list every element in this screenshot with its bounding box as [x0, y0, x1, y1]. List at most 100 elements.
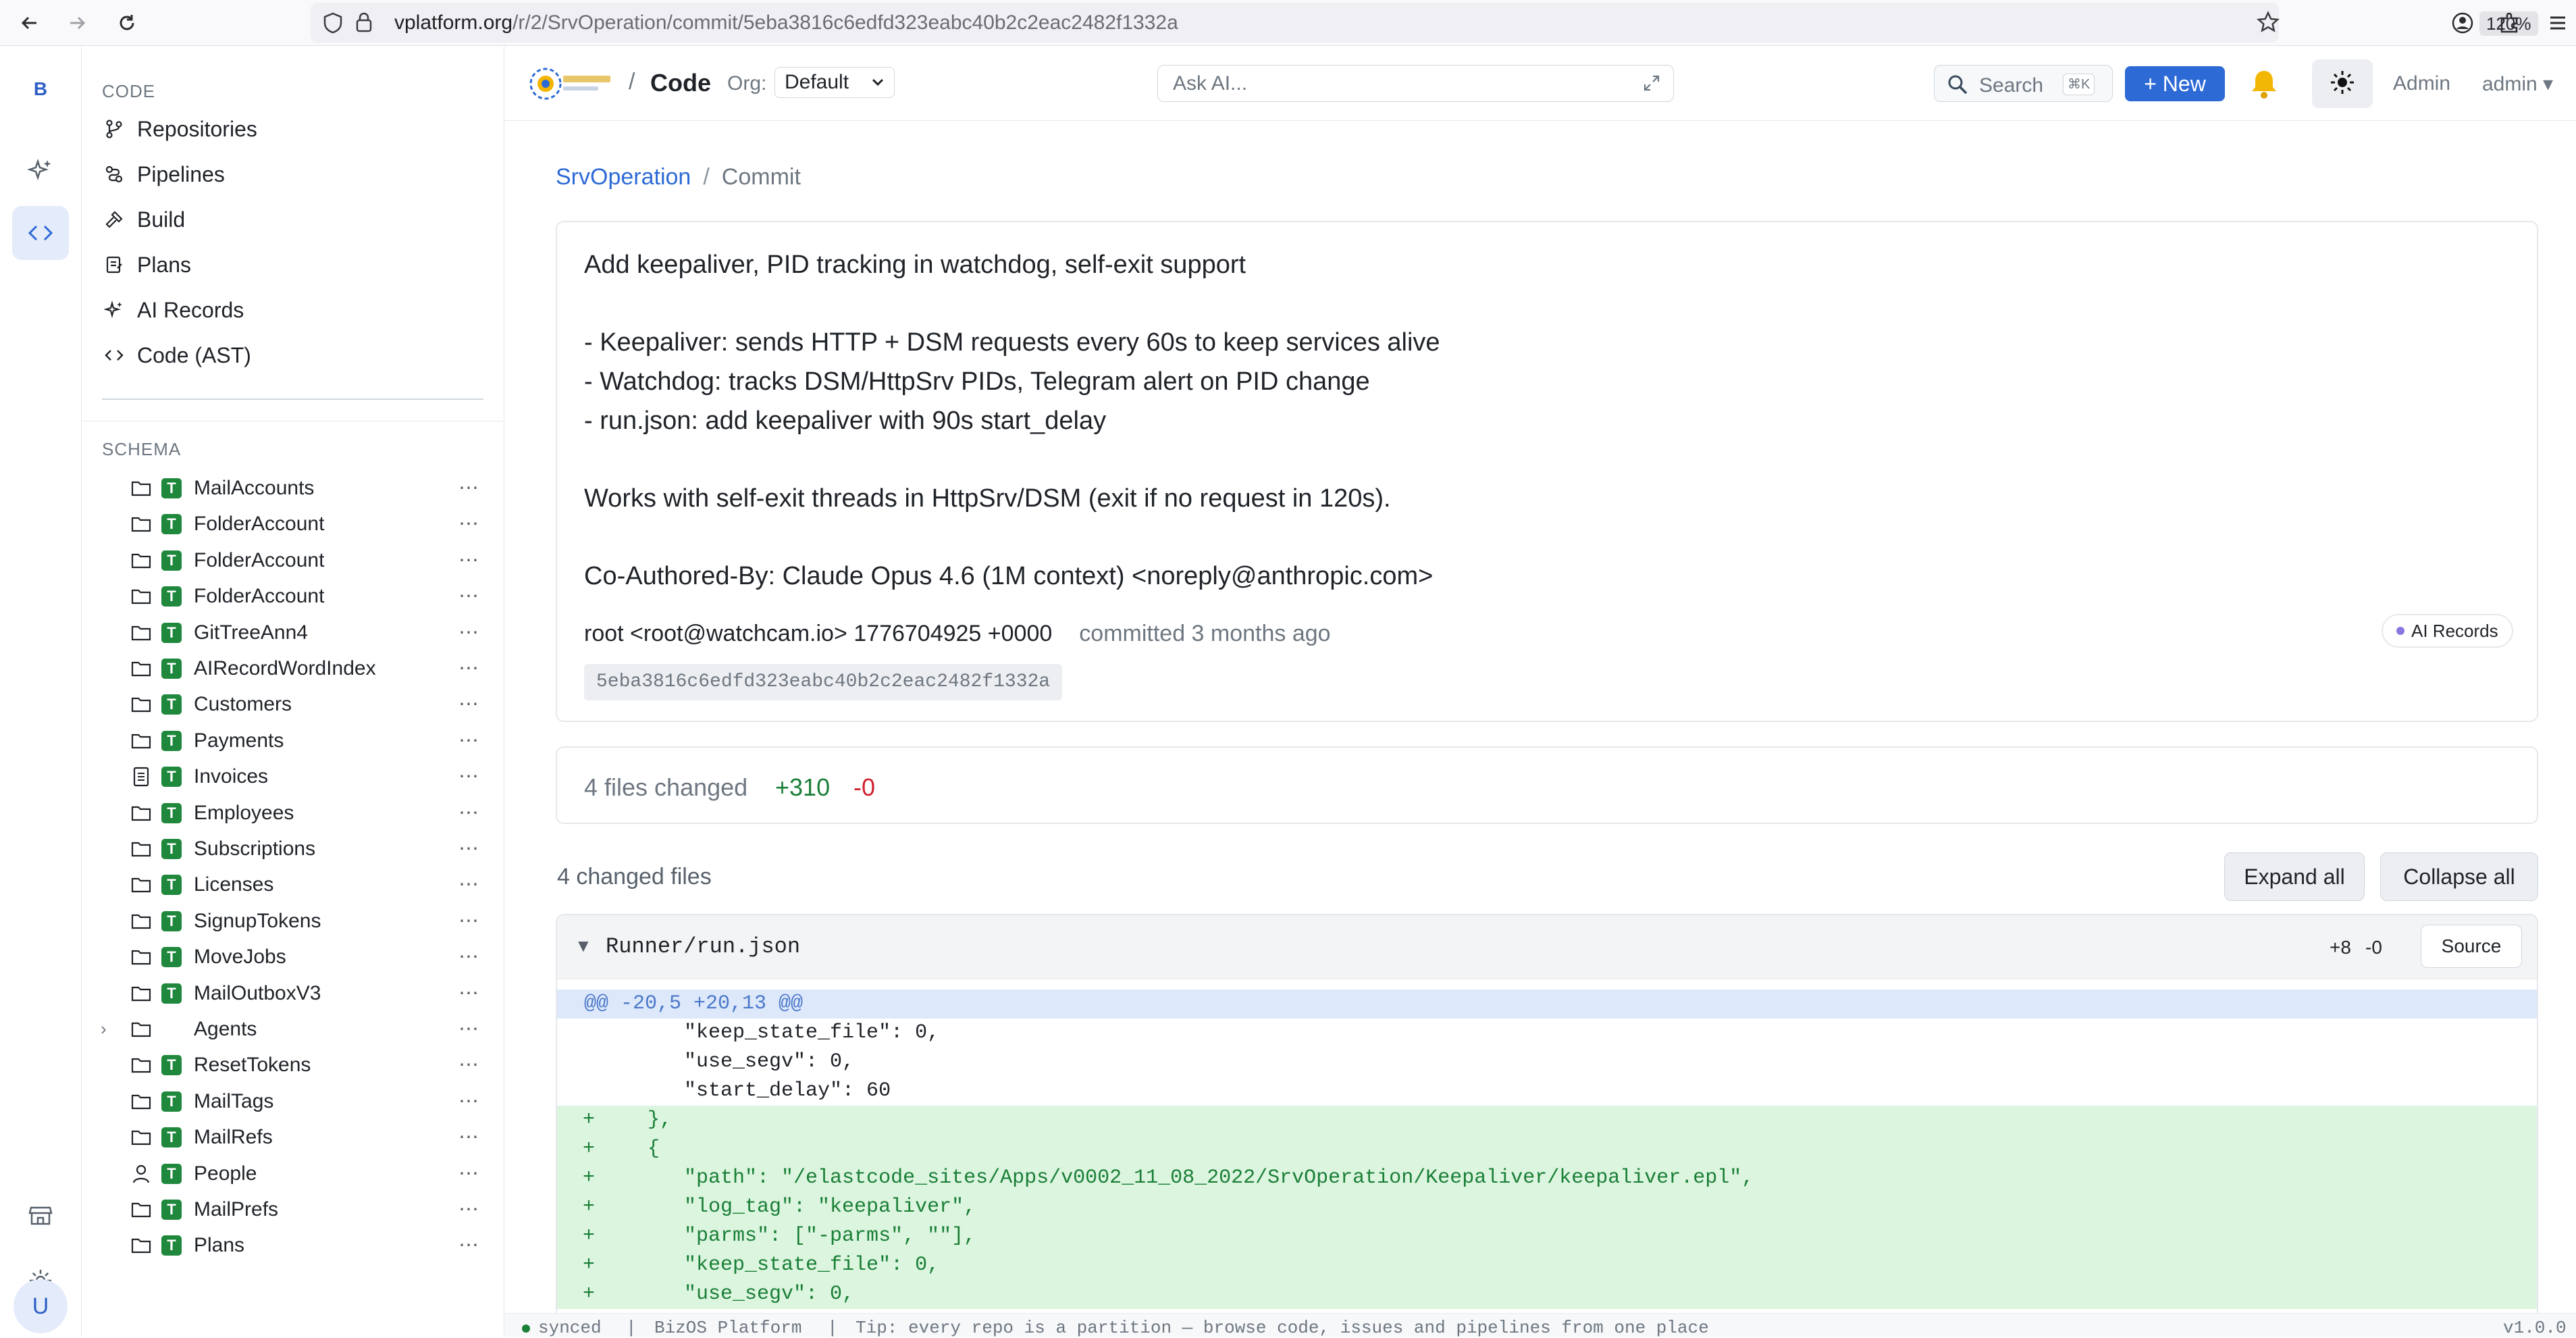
- more-options-icon[interactable]: ⋯: [458, 837, 479, 860]
- schema-item[interactable]: T Invoices ⋯: [82, 758, 504, 794]
- more-options-icon[interactable]: ⋯: [458, 945, 479, 969]
- sidebar-item-code-ast[interactable]: Code (AST): [102, 338, 251, 373]
- user-avatar[interactable]: U: [14, 1279, 68, 1333]
- more-options-icon[interactable]: ⋯: [458, 1233, 479, 1257]
- collapse-all-button[interactable]: Collapse all: [2380, 852, 2538, 901]
- store-icon[interactable]: [12, 1189, 69, 1243]
- ai-sparkle-icon[interactable]: [12, 144, 69, 198]
- more-options-icon[interactable]: ⋯: [458, 1198, 479, 1221]
- org-select[interactable]: Default: [774, 67, 895, 98]
- app-rail: B U: [0, 46, 82, 1336]
- theme-toggle[interactable]: [2312, 59, 2373, 108]
- commit-sha[interactable]: 5eba3816c6edfd323eabc40b2c2eac2482f1332a: [584, 664, 1063, 700]
- githost-logo[interactable]: [528, 66, 616, 101]
- schema-item[interactable]: › Agents ⋯: [82, 1011, 504, 1047]
- user-menu[interactable]: admin ▾: [2482, 72, 2553, 96]
- folder-icon: [130, 513, 152, 535]
- more-options-icon[interactable]: ⋯: [458, 476, 479, 500]
- schema-item[interactable]: T FolderAccount ⋯: [82, 578, 504, 614]
- schema-item-label: MailRefs: [194, 1125, 273, 1148]
- more-options-icon[interactable]: ⋯: [458, 1053, 479, 1077]
- schema-item[interactable]: T AIRecordWordIndex ⋯: [82, 650, 504, 686]
- shield-icon: [323, 12, 343, 37]
- schema-item[interactable]: T People ⋯: [82, 1156, 504, 1191]
- schema-item[interactable]: T MailTags ⋯: [82, 1083, 504, 1119]
- forward-arrow-icon[interactable]: [61, 7, 93, 39]
- sidebar-item-repositories[interactable]: Repositories: [102, 111, 257, 147]
- new-button[interactable]: + New: [2125, 66, 2225, 101]
- schema-item[interactable]: T Plans ⋯: [82, 1227, 504, 1263]
- bookmark-star-icon[interactable]: [2257, 11, 2280, 37]
- schema-item[interactable]: T MailRefs ⋯: [82, 1119, 504, 1155]
- account-icon[interactable]: [2446, 7, 2479, 39]
- file-deletions: -0: [2365, 937, 2382, 958]
- expand-all-button[interactable]: Expand all: [2224, 852, 2365, 901]
- schema-item[interactable]: T FolderAccount ⋯: [82, 542, 504, 578]
- schema-item[interactable]: T Employees ⋯: [82, 795, 504, 831]
- more-options-icon[interactable]: ⋯: [458, 873, 479, 896]
- brand-logo[interactable]: B: [22, 78, 59, 105]
- more-options-icon[interactable]: ⋯: [458, 981, 479, 1005]
- diff-line-text: },: [611, 1108, 673, 1131]
- expand-icon[interactable]: [1642, 74, 1661, 96]
- schema-item[interactable]: T ResetTokens ⋯: [82, 1047, 504, 1083]
- more-options-icon[interactable]: ⋯: [458, 692, 479, 716]
- sidebar-item-plans[interactable]: Plans: [102, 247, 191, 282]
- commit-message-line: Works with self-exit threads in HttpSrv/…: [584, 484, 1391, 513]
- folder-icon: [130, 946, 152, 968]
- diff-line-text: "keep_state_file": 0,: [611, 1021, 940, 1044]
- schema-item[interactable]: T Licenses ⋯: [82, 867, 504, 902]
- schema-item[interactable]: T SignupTokens ⋯: [82, 903, 504, 939]
- more-options-icon[interactable]: ⋯: [458, 548, 479, 572]
- bell-icon[interactable]: [2245, 66, 2283, 101]
- diff-stats: 4 files changed +310 -0: [556, 746, 2538, 824]
- more-options-icon[interactable]: ⋯: [458, 1162, 479, 1185]
- schema-item[interactable]: T MailAccounts ⋯: [82, 470, 504, 506]
- menu-icon[interactable]: [2542, 7, 2574, 39]
- more-options-icon[interactable]: ⋯: [458, 765, 479, 788]
- address-bar[interactable]: vplatform.org/r/2/SrvOperation/commit/5e…: [311, 3, 2538, 43]
- diff-marker: +: [583, 1225, 596, 1247]
- extensions-icon[interactable]: [2493, 7, 2525, 39]
- schema-item[interactable]: T GitTreeAnn4 ⋯: [82, 615, 504, 650]
- schema-item-label: MailOutboxV3: [194, 981, 321, 1004]
- folder-icon: [130, 838, 152, 860]
- collapse-triangle-icon[interactable]: ▼: [575, 935, 592, 956]
- more-options-icon[interactable]: ⋯: [458, 801, 479, 825]
- more-options-icon[interactable]: ⋯: [458, 1089, 479, 1113]
- table-type-badge: T: [161, 1235, 182, 1256]
- admin-link[interactable]: Admin: [2393, 72, 2450, 95]
- more-options-icon[interactable]: ⋯: [458, 621, 479, 644]
- ask-ai-input[interactable]: [1172, 71, 1633, 97]
- file-diff-header[interactable]: ▼ Runner/run.json +8 -0 Source: [557, 915, 2537, 979]
- schema-item[interactable]: T Subscriptions ⋯: [82, 831, 504, 867]
- schema-item[interactable]: T MailOutboxV3 ⋯: [82, 975, 504, 1011]
- folder-icon: [130, 622, 152, 644]
- source-button[interactable]: Source: [2421, 925, 2522, 968]
- search-button[interactable]: Search ⌘K: [1934, 65, 2113, 102]
- more-options-icon[interactable]: ⋯: [458, 1017, 479, 1041]
- more-options-icon[interactable]: ⋯: [458, 909, 479, 933]
- more-options-icon[interactable]: ⋯: [458, 729, 479, 752]
- ask-ai-box[interactable]: [1157, 65, 1674, 102]
- back-arrow-icon[interactable]: [14, 7, 46, 39]
- schema-item-label: Agents: [194, 1017, 257, 1040]
- schema-item[interactable]: T Customers ⋯: [82, 686, 504, 722]
- chevron-right-icon[interactable]: ›: [101, 1019, 117, 1039]
- schema-item[interactable]: T MailPrefs ⋯: [82, 1191, 504, 1227]
- code-icon[interactable]: [12, 206, 69, 260]
- schema-item[interactable]: T Payments ⋯: [82, 723, 504, 758]
- sidebar-item-pipelines[interactable]: Pipelines: [102, 157, 225, 192]
- sidebar-item-ai-records[interactable]: AI Records: [102, 292, 244, 328]
- schema-item[interactable]: T MoveJobs ⋯: [82, 939, 504, 975]
- more-options-icon[interactable]: ⋯: [458, 657, 479, 680]
- reload-icon[interactable]: [111, 7, 143, 39]
- more-options-icon[interactable]: ⋯: [458, 1125, 479, 1149]
- sidebar-item-build[interactable]: Build: [102, 202, 185, 237]
- more-options-icon[interactable]: ⋯: [458, 584, 479, 608]
- schema-item[interactable]: T FolderAccount ⋯: [82, 506, 504, 542]
- breadcrumb-repo-link[interactable]: SrvOperation: [556, 164, 691, 190]
- schema-item-label: MailAccounts: [194, 476, 315, 499]
- ai-records-badge[interactable]: AI Records: [2382, 614, 2513, 648]
- more-options-icon[interactable]: ⋯: [458, 512, 479, 536]
